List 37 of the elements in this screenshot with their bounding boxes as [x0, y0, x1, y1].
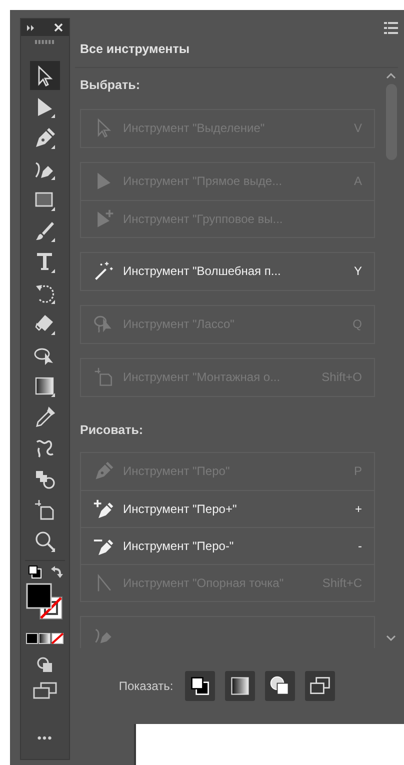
panel-title: Все инструменты [80, 42, 190, 56]
screen-mode-icon[interactable] [33, 682, 57, 700]
tool-button[interactable] [30, 61, 60, 90]
collapse-icon[interactable] [27, 24, 35, 30]
default-colors-icon[interactable] [28, 565, 42, 579]
eyedropper-icon [33, 404, 57, 428]
grip-icon[interactable] [35, 40, 55, 44]
more-options[interactable]: ••• [37, 729, 53, 747]
section-heading: Выбрать: [80, 77, 141, 94]
scroll-up-icon[interactable] [386, 72, 396, 80]
show-toggle-button[interactable] [225, 671, 256, 701]
tool-name: Инструмент "Перо+" [123, 500, 238, 518]
show-toggle-button[interactable] [185, 671, 216, 701]
tool-list-item[interactable]: Инструмент "Волшебная п... Y [81, 252, 374, 290]
menu-icon[interactable] [384, 22, 398, 34]
gradient-icon [229, 675, 252, 697]
screen-mode-icon [309, 675, 332, 697]
pen-nib-icon [33, 126, 57, 150]
shortcut-key: Y [354, 262, 362, 280]
show-label: Показать: [118, 678, 174, 695]
show-toggle-button[interactable] [305, 671, 336, 701]
swatches-icon [189, 675, 212, 697]
zoom-icon [33, 528, 57, 552]
show-toggle-button[interactable] [265, 671, 296, 701]
tool-name: Инструмент "Перо-" [123, 538, 235, 554]
close-icon[interactable] [54, 23, 63, 32]
section-heading: Рисовать: [80, 422, 144, 439]
tool-list-item[interactable]: Инструмент "Перо-" - [81, 526, 374, 564]
tool-name: Инструмент "Волшебная п... [123, 263, 282, 280]
color-mode-icon[interactable] [26, 633, 64, 644]
fill-stroke-swatch[interactable] [26, 583, 64, 621]
tool-list-item[interactable]: Инструмент "Перо+" + [81, 490, 374, 526]
draw-mode-icon[interactable] [37, 656, 53, 673]
shortcut-key: + [354, 500, 362, 518]
scroll-down-icon[interactable] [386, 634, 396, 642]
shortcut-key: - [358, 536, 362, 554]
swap-arrow-icon[interactable] [50, 565, 62, 579]
